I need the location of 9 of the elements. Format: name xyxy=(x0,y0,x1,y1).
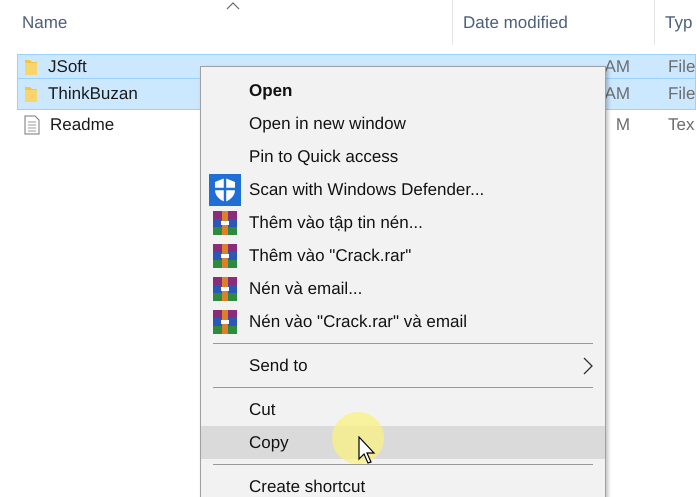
file-name: ThinkBuzan xyxy=(48,84,138,104)
file-type: File xyxy=(667,56,696,76)
file-name: Readme xyxy=(50,115,114,135)
file-type: File xyxy=(667,84,696,104)
file-name: JSoft xyxy=(48,56,87,76)
date-modified: AM xyxy=(604,84,630,104)
date-modified: AM xyxy=(604,56,630,76)
file-type: Tex xyxy=(667,115,696,135)
date-modified: M xyxy=(616,115,630,135)
